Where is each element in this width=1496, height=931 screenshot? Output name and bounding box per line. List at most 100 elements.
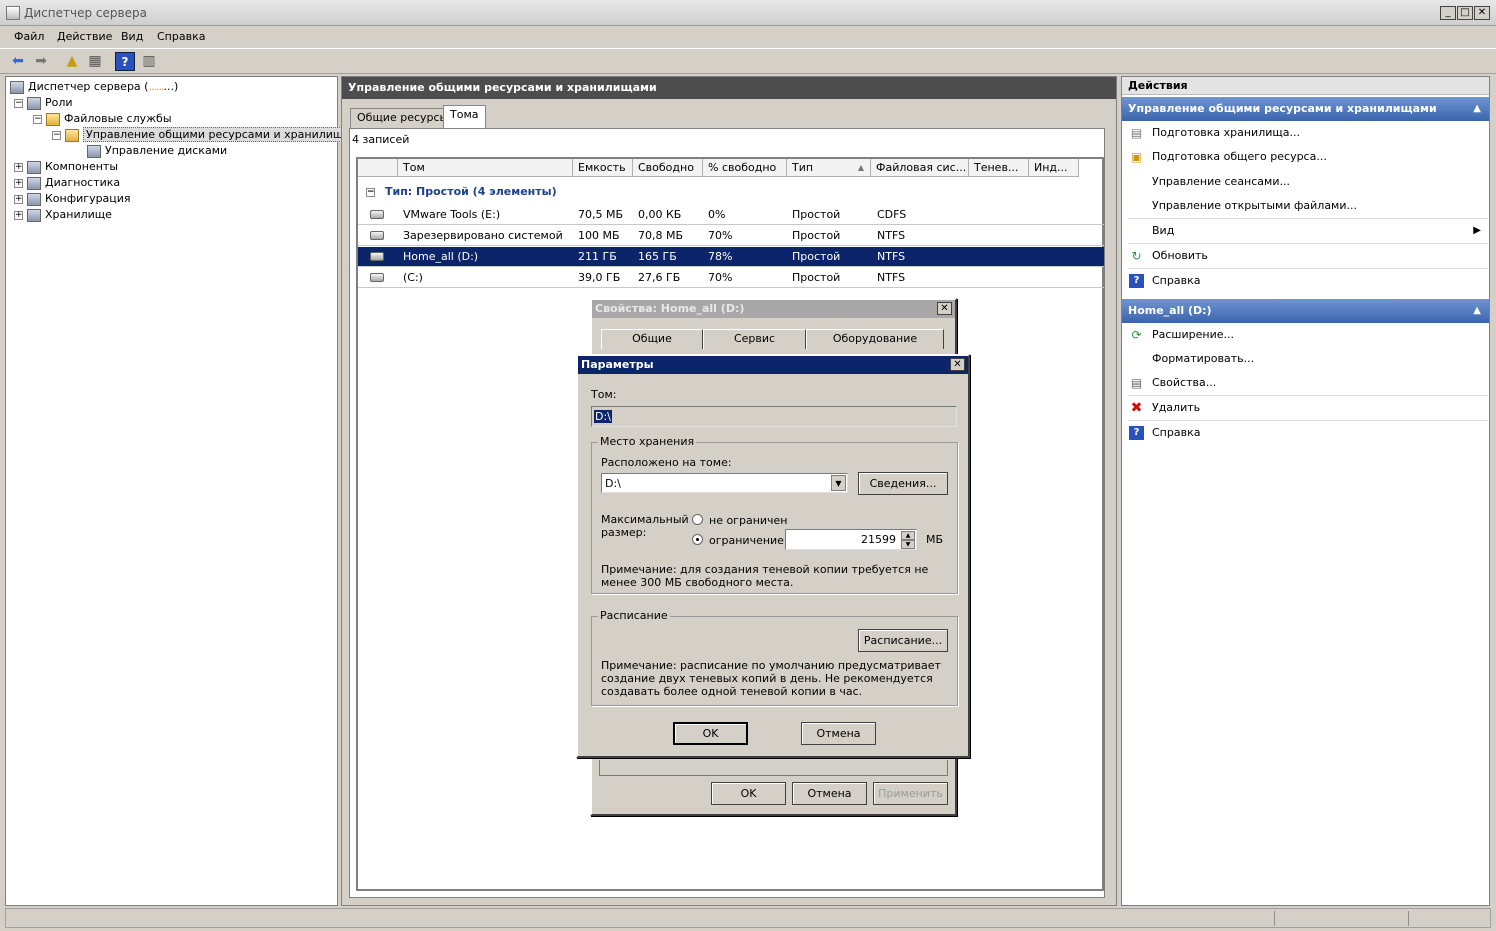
close-icon[interactable]: ✕	[937, 302, 952, 315]
column-header-blank[interactable]	[358, 159, 398, 177]
up-folder-icon[interactable]: ▲	[62, 52, 82, 71]
delete-icon: ✖	[1130, 400, 1143, 416]
spin-down-icon[interactable]: ▼	[901, 540, 915, 549]
action-help[interactable]: ? Справка	[1122, 269, 1489, 293]
action-extend[interactable]: ⟳ Расширение...	[1122, 323, 1489, 347]
window-title: Диспетчер сервера	[24, 6, 147, 20]
tree-item-roles[interactable]: − Роли	[14, 95, 73, 111]
action-properties[interactable]: ▤ Свойства...	[1122, 371, 1489, 395]
table-row[interactable]: Зарезервировано системой 100 МБ 70,8 МБ …	[358, 226, 1104, 246]
tab-shares[interactable]: Общие ресурсы	[350, 108, 456, 128]
roles-icon	[27, 96, 41, 110]
back-icon[interactable]: ⬅	[8, 52, 28, 71]
properties-apply-button[interactable]: Применить	[873, 782, 948, 805]
expand-icon[interactable]: +	[14, 178, 23, 188]
action-refresh[interactable]: ↻ Обновить	[1122, 244, 1489, 268]
help-icon: ?	[1129, 274, 1144, 288]
limit-radio[interactable]	[692, 534, 703, 545]
tab-general[interactable]: Общие	[601, 329, 703, 349]
menu-action[interactable]: Действие	[57, 30, 112, 43]
action-view[interactable]: Вид ▶	[1122, 219, 1489, 243]
collapse-arrow-icon[interactable]: ▲	[1473, 299, 1481, 323]
column-header-type[interactable]: Тип ▲	[787, 159, 871, 177]
components-icon	[27, 160, 41, 174]
navigation-tree: Диспетчер сервера (.........) − Роли − Фай…	[5, 76, 369, 906]
action-manage-sessions[interactable]: Управление сеансами...	[1122, 170, 1489, 194]
menu-help[interactable]: Справка	[157, 30, 205, 43]
show-hide-tree-icon[interactable]: ▦	[85, 52, 105, 71]
tab-volumes[interactable]: Тома	[443, 105, 486, 129]
expand-icon[interactable]: +	[14, 162, 23, 172]
tree-item-storage[interactable]: + Хранилище	[14, 207, 112, 223]
action-help-volume[interactable]: ? Справка	[1122, 421, 1489, 445]
action-manage-open-files[interactable]: Управление открытыми файлами...	[1122, 194, 1489, 218]
tree-item-configuration[interactable]: + Конфигурация	[14, 191, 131, 207]
max-size-label: Максимальный размер:	[601, 513, 689, 539]
limit-spinner[interactable]: 21599 ▲ ▼	[785, 529, 917, 550]
help-icon[interactable]: ?	[115, 52, 135, 71]
column-header-shadow[interactable]: Тенев...	[969, 159, 1029, 177]
actions-section-volume[interactable]: Home_all (D:) ▲	[1122, 299, 1489, 323]
schedule-group: Расписание Расписание... Примечание: рас…	[591, 609, 958, 706]
action-format[interactable]: Форматировать...	[1122, 347, 1489, 371]
schedule-button[interactable]: Расписание...	[858, 629, 948, 652]
chevron-down-icon[interactable]: ▼	[831, 475, 846, 491]
tab-tools[interactable]: Сервис	[703, 329, 806, 349]
menu-file[interactable]: Файл	[14, 30, 44, 43]
settings-ok-button[interactable]: OK	[673, 722, 748, 745]
unlimited-radio[interactable]	[692, 514, 703, 525]
maximize-button[interactable]: □	[1457, 6, 1473, 20]
tree-item-share-storage[interactable]: − Управление общими ресурсами и хранилища…	[52, 127, 369, 143]
table-row[interactable]: (C:) 39,0 ГБ 27,6 ГБ 70% Простой NTFS	[358, 268, 1104, 288]
action-provision-storage[interactable]: ▤ Подготовка хранилища...	[1122, 121, 1489, 145]
properties-ok-button[interactable]: OK	[711, 782, 786, 805]
share-storage-icon	[65, 128, 79, 142]
center-header: Управление общими ресурсами и хранилищам…	[342, 77, 1116, 99]
close-button[interactable]: ✕	[1474, 6, 1490, 20]
menu-view[interactable]: Вид	[121, 30, 143, 43]
expand-icon[interactable]: +	[14, 210, 23, 220]
details-button[interactable]: Сведения...	[858, 472, 948, 495]
close-icon[interactable]: ✕	[950, 358, 965, 371]
collapse-icon[interactable]: −	[52, 130, 61, 140]
forward-icon[interactable]: ➡	[31, 52, 51, 71]
tab-panel	[599, 760, 948, 776]
volume-field[interactable]: D:\	[591, 406, 957, 427]
file-services-icon	[46, 112, 60, 126]
action-provision-share[interactable]: ▣ Подготовка общего ресурса...	[1122, 145, 1489, 169]
tree-item-file-services[interactable]: − Файловые службы	[33, 111, 172, 127]
properties-cancel-button[interactable]: Отмена	[792, 782, 867, 805]
collapse-arrow-icon[interactable]: ▲	[1473, 97, 1481, 121]
located-on-label: Расположено на томе:	[601, 456, 732, 469]
table-row-selected[interactable]: Home_all (D:) 211 ГБ 165 ГБ 78% Простой …	[358, 247, 1104, 267]
column-header-index[interactable]: Инд...	[1029, 159, 1079, 177]
column-header-capacity[interactable]: Емкость	[573, 159, 633, 177]
collapse-icon[interactable]: −	[33, 114, 42, 124]
cd-drive-icon	[370, 210, 384, 219]
tree-item-server-manager[interactable]: Диспетчер сервера (.........)	[10, 79, 178, 95]
located-on-select[interactable]: D:\ ▼	[601, 473, 848, 493]
group-header[interactable]: − Тип: Простой (4 элементы)	[358, 183, 1104, 201]
column-header-free[interactable]: Свободно	[633, 159, 703, 177]
storage-icon	[27, 208, 41, 222]
tree-item-diagnostics[interactable]: + Диагностика	[14, 175, 120, 191]
column-header-filesystem[interactable]: Файловая сис...	[871, 159, 969, 177]
expand-icon[interactable]: +	[14, 194, 23, 204]
volume-label: Том:	[591, 388, 617, 401]
column-header-volume[interactable]: Том	[398, 159, 573, 177]
actions-section-share-storage[interactable]: Управление общими ресурсами и хранилищам…	[1122, 97, 1489, 121]
table-row[interactable]: VMware Tools (E:) 70,5 МБ 0,00 КБ 0% Про…	[358, 205, 1104, 225]
tree-item-disk-management[interactable]: Управление дисками	[87, 143, 227, 159]
show-hide-action-pane-icon[interactable]: ▥	[139, 52, 159, 71]
column-header-pct-free[interactable]: % свободно	[703, 159, 787, 177]
minimize-button[interactable]: _	[1440, 6, 1456, 20]
tree-item-components[interactable]: + Компоненты	[14, 159, 118, 175]
actions-header: Действия	[1122, 77, 1489, 95]
actions-pane: Действия Управление общими ресурсами и х…	[1121, 76, 1490, 906]
tab-hardware[interactable]: Оборудование	[806, 329, 944, 349]
collapse-icon[interactable]: −	[366, 187, 375, 197]
action-delete[interactable]: ✖ Удалить	[1122, 396, 1489, 420]
settings-cancel-button[interactable]: Отмена	[801, 722, 876, 745]
collapse-icon[interactable]: −	[14, 98, 23, 108]
spin-up-icon[interactable]: ▲	[901, 531, 915, 540]
